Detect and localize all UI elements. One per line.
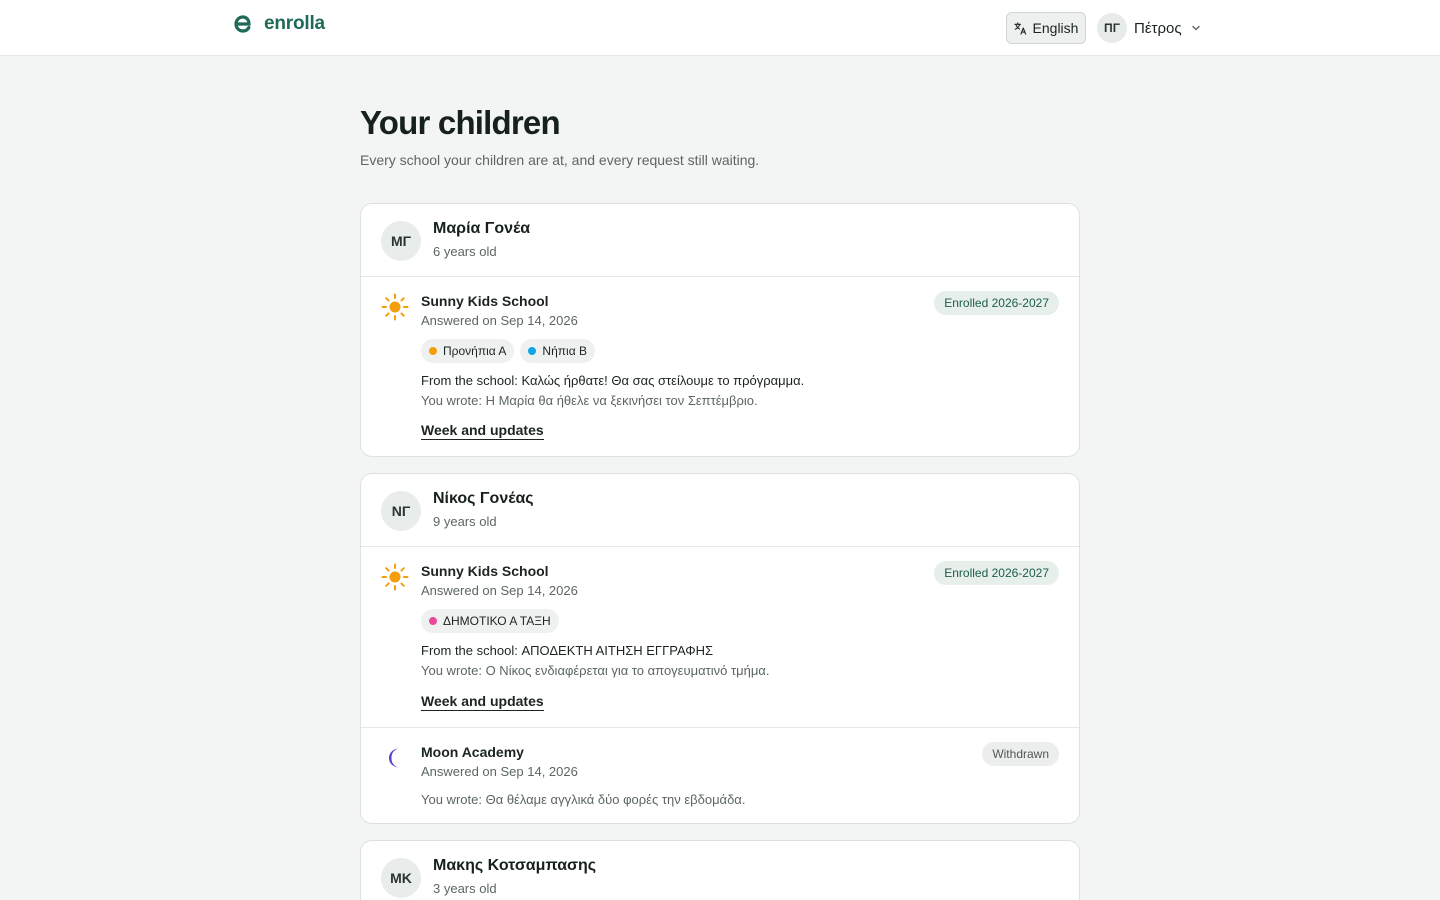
week-and-updates-link[interactable]: Week and updates (421, 422, 544, 440)
parent-message: You wrote: Θα θέλαμε αγγλικά δύο φορές τ… (421, 792, 745, 807)
child-header: ΜΓ Μαρία Γονέα 6 years old (361, 204, 1079, 277)
enrollment-row: Moon Academy Answered on Sep 14, 2026 Wi… (361, 727, 1079, 823)
page-title: Your children (360, 104, 561, 141)
class-color-dot (429, 617, 437, 625)
child-card: ΜΓ Μαρία Γονέα 6 years old Sunny Kids Sc… (360, 203, 1080, 457)
class-tag: Προνήπια Α (421, 339, 515, 363)
class-tag-label: ΔΗΜΟΤΙΚΟ Α ΤΑΞΗ (443, 614, 551, 628)
parent-message-label: You wrote: (421, 792, 482, 807)
school-message-label: From the school: (421, 373, 518, 388)
child-name: Νίκος Γονέας (433, 490, 534, 507)
child-avatar: ΝΓ (381, 491, 421, 531)
user-name: Πέτρος (1134, 19, 1182, 37)
child-header: ΝΓ Νίκος Γονέας 9 years old (361, 474, 1079, 547)
child-age: 9 years old (433, 514, 497, 529)
parent-message-label: You wrote: (421, 393, 482, 408)
user-menu[interactable]: ΠΓ Πέτρος (1097, 13, 1201, 43)
class-tag-label: Προνήπια Α (443, 344, 507, 358)
status-badge: Enrolled 2026-2027 (934, 561, 1059, 585)
language-label: English (1032, 20, 1079, 36)
school-name: Sunny Kids School (421, 563, 549, 579)
answered-date: Answered on Sep 14, 2026 (421, 583, 578, 598)
moon-icon (389, 748, 398, 768)
top-bar: enrolla English ΠΓ Πέτρος (0, 0, 1440, 56)
parent-message: You wrote: Ο Νίκος ενδιαφέρεται για το α… (421, 663, 769, 678)
child-name: Μακης Κοτσαμπασης (433, 857, 597, 874)
child-header: ΜΚ Μακης Κοτσαμπασης 3 years old (361, 841, 1079, 900)
status-badge: Enrolled 2026-2027 (934, 291, 1059, 315)
class-tags: ΔΗΜΟΤΙΚΟ Α ΤΑΞΗ (421, 609, 559, 633)
school-message-text: Καλώς ήρθατε! Θα σας στείλουμε το πρόγρα… (521, 373, 805, 388)
child-avatar: ΜΓ (381, 221, 421, 261)
brand-name: enrolla (264, 13, 325, 34)
child-name: Μαρία Γονέα (433, 220, 531, 237)
child-card: ΝΓ Νίκος Γονέας 9 years old Sunny Kids S… (360, 473, 1080, 824)
enrollment-row: Sunny Kids School Answered on Sep 14, 20… (361, 547, 1079, 727)
class-tag: Νήπια Β (520, 339, 595, 363)
school-message-label: From the school: (421, 643, 518, 658)
parent-message-text: Ο Νίκος ενδιαφέρεται για το απογευματινό… (485, 663, 770, 678)
answered-date: Answered on Sep 14, 2026 (421, 764, 578, 779)
sun-icon (381, 563, 409, 591)
class-color-dot (429, 347, 437, 355)
week-and-updates-link[interactable]: Week and updates (421, 693, 544, 711)
child-avatar: ΜΚ (381, 858, 421, 898)
class-tags: Προνήπια Α Νήπια Β (421, 339, 595, 363)
sun-icon (381, 293, 409, 321)
school-name: Moon Academy (421, 744, 524, 760)
school-message-text: ΑΠΟΔΕΚΤΗ ΑΙΤΗΣΗ ΕΓΓΡΑΦΗΣ (521, 643, 714, 658)
chevron-down-icon (1191, 25, 1200, 31)
brand-logo[interactable]: enrolla (232, 13, 325, 35)
class-tag-label: Νήπια Β (542, 344, 587, 358)
parent-message-label: You wrote: (421, 663, 482, 678)
translate-icon (1013, 21, 1026, 35)
school-name: Sunny Kids School (421, 293, 549, 309)
school-message: From the school: Καλώς ήρθατε! Θα σας στ… (421, 373, 804, 388)
class-tag: ΔΗΜΟΤΙΚΟ Α ΤΑΞΗ (421, 609, 559, 633)
school-message: From the school: ΑΠΟΔΕΚΤΗ ΑΙΤΗΣΗ ΕΓΓΡΑΦΗ… (421, 643, 713, 658)
parent-message-text: Θα θέλαμε αγγλικά δύο φορές την εβδομάδα… (485, 792, 746, 807)
child-card: ΜΚ Μακης Κοτσαμπασης 3 years old (360, 840, 1080, 900)
class-color-dot (528, 347, 537, 355)
enrollment-row: Sunny Kids School Answered on Sep 14, 20… (361, 277, 1079, 456)
parent-message: You wrote: Η Μαρία θα ήθελε να ξεκινήσει… (421, 393, 758, 408)
user-avatar: ΠΓ (1097, 13, 1127, 43)
enrolla-logo-icon (234, 15, 251, 33)
status-badge: Withdrawn (982, 742, 1059, 766)
language-button[interactable]: English (1006, 12, 1086, 44)
answered-date: Answered on Sep 14, 2026 (421, 313, 578, 328)
parent-message-text: Η Μαρία θα ήθελε να ξεκινήσει τον Σεπτέμ… (485, 393, 758, 408)
child-age: 6 years old (433, 244, 497, 259)
child-age: 3 years old (433, 881, 497, 896)
page-subtitle: Every school your children are at, and e… (360, 152, 760, 168)
